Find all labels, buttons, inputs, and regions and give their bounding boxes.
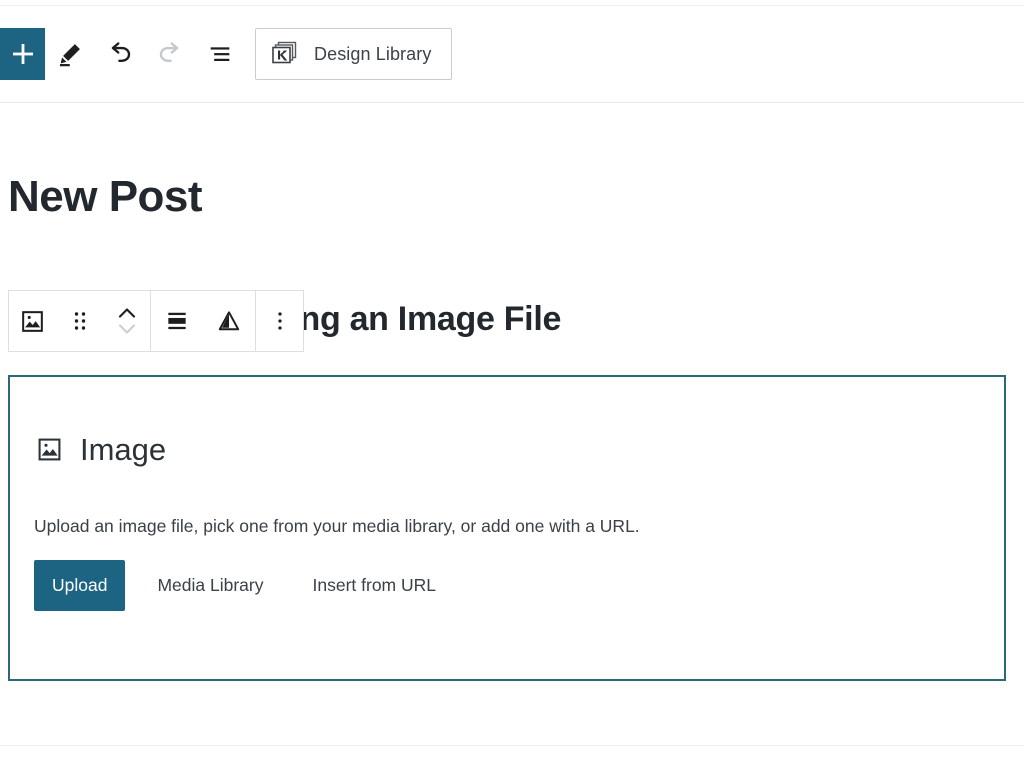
duotone-filter-button[interactable] (203, 291, 255, 351)
redo-arrow-icon (159, 42, 179, 62)
image-placeholder-actions: Upload Media Library Insert from URL (34, 560, 453, 611)
block-type-image-button[interactable] (9, 291, 56, 351)
drag-handle-button[interactable] (56, 291, 103, 351)
image-icon (35, 435, 64, 464)
insert-from-url-button[interactable]: Insert from URL (296, 560, 454, 611)
block-toolbar-group-format (151, 291, 255, 351)
edit-mode-button[interactable] (45, 28, 95, 80)
image-placeholder-description: Upload an image file, pick one from your… (34, 516, 640, 536)
design-library-icon (272, 41, 297, 64)
image-block-icon (22, 310, 43, 332)
bottom-divider (0, 745, 1024, 746)
block-toolbar (8, 290, 304, 352)
move-block-button[interactable] (103, 291, 150, 351)
pencil-icon (59, 44, 80, 67)
image-placeholder-header: Image (35, 434, 166, 465)
block-toolbar-group-block (9, 291, 150, 351)
post-title[interactable]: New Post (8, 175, 203, 219)
undo-button[interactable] (95, 28, 145, 80)
list-view-icon (210, 47, 230, 61)
plus-icon (12, 44, 33, 64)
header-toolbar: Design Library (0, 28, 453, 80)
upload-button[interactable]: Upload (34, 560, 126, 611)
align-button[interactable] (151, 291, 203, 351)
image-block-placeholder[interactable]: Image Upload an image file, pick one fro… (8, 375, 1006, 681)
more-options-icon (277, 312, 282, 330)
align-icon (168, 312, 186, 330)
editor-header: Design Library (0, 6, 1024, 103)
list-view-button[interactable] (195, 28, 245, 80)
media-library-button[interactable]: Media Library (140, 560, 280, 611)
block-toolbar-group-options (256, 291, 303, 351)
undo-arrow-icon (111, 42, 131, 62)
design-library-button[interactable]: Design Library (255, 28, 453, 80)
more-options-button[interactable] (256, 291, 303, 351)
redo-button[interactable] (145, 28, 195, 80)
duotone-filter-icon (218, 311, 240, 331)
drag-handle-icon (74, 312, 85, 330)
image-placeholder-title: Image (80, 432, 167, 467)
move-up-down-icon (118, 308, 135, 334)
design-library-label: Design Library (314, 43, 432, 64)
add-block-button[interactable] (0, 28, 45, 80)
